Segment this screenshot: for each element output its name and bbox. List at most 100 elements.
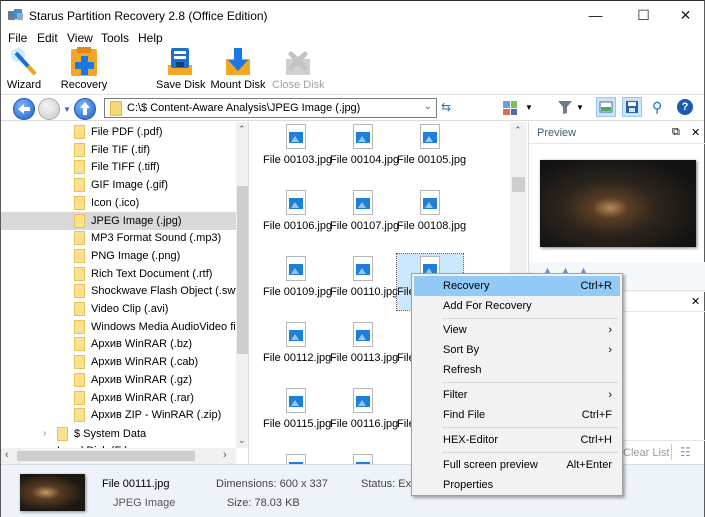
folder-icon — [74, 319, 85, 334]
scrollbar-thumb[interactable] — [512, 177, 525, 192]
scrollbar-thumb[interactable] — [17, 451, 195, 461]
file-item[interactable]: File 00115.jpg — [263, 386, 331, 442]
history-dropdown-icon[interactable]: ▼ — [63, 105, 71, 114]
tree-item[interactable]: Video Clip (.avi) — [1, 300, 236, 318]
tree-item[interactable]: Shockwave Flash Object (.swf) — [1, 282, 242, 300]
clear-list-button[interactable]: Clear List — [623, 447, 669, 459]
tree-item-label: Архив WinRAR (.gz) — [91, 373, 193, 386]
image-file-icon — [286, 124, 306, 149]
file-item[interactable]: File 00107.jpg — [330, 188, 399, 244]
menu-item-label: Recovery — [443, 280, 490, 292]
scroll-left-icon[interactable]: ‹ — [5, 449, 9, 461]
preview-toggle-button[interactable] — [596, 97, 616, 117]
tree-item[interactable]: File TIF (.tif) — [1, 141, 236, 159]
tree-item-label: Rich Text Document (.rtf) — [91, 267, 213, 280]
tree-item[interactable]: PNG Image (.png) — [1, 247, 236, 265]
file-name: File 00103.jpg — [263, 154, 333, 166]
scroll-up-icon[interactable]: ⌃ — [238, 124, 246, 135]
refresh-arrows-icon[interactable]: ⇆ — [441, 100, 451, 114]
menu-edit[interactable]: Edit — [37, 31, 58, 45]
menu-item-find-file[interactable]: Find File Ctrl+F — [414, 405, 620, 425]
folder-icon — [74, 231, 85, 246]
file-item[interactable]: File 00116.jpg — [330, 386, 398, 442]
recovery-list-close-icon[interactable]: ✕ — [691, 295, 700, 308]
close-button[interactable]: ✕ — [663, 1, 705, 29]
list-options-icon[interactable]: ☷ — [680, 445, 691, 459]
tree-item[interactable]: File TIFF (.tiff) — [1, 158, 236, 176]
mount-disk-button[interactable]: Mount Disk — [209, 47, 267, 93]
file-item[interactable]: File 00113.jpg — [330, 320, 398, 376]
menu-item-recovery[interactable]: Recovery Ctrl+R — [414, 276, 620, 296]
menu-item-view[interactable]: View › — [414, 320, 620, 340]
tree-item[interactable]: Icon (.ico) — [1, 194, 236, 212]
view-mode-icon[interactable] — [503, 101, 517, 115]
tree-item[interactable]: Rich Text Document (.rtf) — [1, 265, 236, 283]
menu-item-label: Refresh — [443, 364, 482, 376]
file-item[interactable] — [263, 452, 329, 464]
menu-item-label: Filter — [443, 389, 468, 401]
tree-item[interactable]: Архив WinRAR (.gz) — [1, 371, 236, 389]
tree-item[interactable]: Архив WinRAR (.cab) — [1, 353, 236, 371]
tree-item[interactable]: Архив WinRAR (.bz) — [1, 335, 236, 353]
scroll-right-icon[interactable]: › — [223, 449, 227, 461]
address-bar[interactable]: C:\$ Content-Aware Analysis\JPEG Image (… — [104, 98, 437, 118]
recovery-button[interactable]: Recovery — [59, 47, 109, 93]
tree-item[interactable]: File PDF (.pdf) — [1, 123, 236, 141]
file-item[interactable]: File 00103.jpg — [263, 122, 332, 178]
file-item[interactable]: File 00109.jpg — [263, 254, 332, 310]
file-item[interactable]: File 00105.jpg — [397, 122, 466, 178]
maximize-button[interactable]: ☐ — [621, 1, 666, 29]
view-mode-dropdown-icon[interactable]: ▼ — [525, 103, 533, 112]
menu-help[interactable]: Help — [138, 31, 163, 45]
menu-tools[interactable]: Tools — [101, 31, 129, 45]
filter-icon[interactable] — [557, 99, 573, 118]
menu-item-full-screen-preview[interactable]: Full screen preview Alt+Enter — [414, 455, 620, 475]
menu-item-add-for-recovery[interactable]: Add For Recovery — [414, 296, 620, 316]
tree-item[interactable]: Архив ZIP - WinRAR (.zip) — [1, 406, 236, 424]
file-name: File 00108.jpg — [397, 220, 467, 232]
minimize-button[interactable]: — — [573, 1, 618, 29]
file-name: File 00116.jpg — [330, 418, 399, 430]
menu-item-sort-by[interactable]: Sort By › — [414, 340, 620, 360]
file-item[interactable]: File 00110.jpg — [330, 254, 398, 310]
scroll-down-icon[interactable]: ⌄ — [238, 435, 246, 446]
tree-horizontal-scrollbar[interactable]: ‹ › — [1, 448, 236, 464]
file-item[interactable]: File 00104.jpg — [330, 122, 399, 178]
menu-item-hex-editor[interactable]: HEX-Editor Ctrl+H — [414, 430, 620, 450]
back-button[interactable] — [13, 98, 35, 120]
menu-item-refresh[interactable]: Refresh — [414, 360, 620, 380]
address-text: C:\$ Content-Aware Analysis\JPEG Image (… — [127, 102, 361, 114]
tree-item-label: JPEG Image (.jpg) — [91, 214, 182, 227]
expand-icon[interactable]: › — [43, 428, 46, 439]
tree-item[interactable]: GIF Image (.gif) — [1, 176, 236, 194]
tree-item[interactable]: MP3 Format Sound (.mp3) — [1, 229, 236, 247]
tree-item[interactable]: Архив WinRAR (.rar) — [1, 389, 236, 407]
scroll-up-icon[interactable]: ⌃ — [514, 125, 522, 136]
file-item[interactable]: File 00112.jpg — [263, 320, 331, 376]
filter-dropdown-icon[interactable]: ▼ — [576, 103, 584, 112]
file-item[interactable]: File 00106.jpg — [263, 188, 332, 244]
close-disk-button[interactable]: Close Disk — [272, 47, 325, 93]
preview-close-icon[interactable]: ✕ — [691, 126, 700, 139]
menu-file[interactable]: File — [8, 31, 27, 45]
tree-item[interactable]: JPEG Image (.jpg) — [1, 211, 236, 230]
tree-item-label: File TIF (.tif) — [91, 143, 151, 156]
save-disk-button[interactable]: Save Disk — [156, 47, 206, 93]
menu-item-filter[interactable]: Filter › — [414, 385, 620, 405]
undock-icon[interactable]: ⧉ — [672, 126, 680, 139]
menu-item-properties[interactable]: Properties — [414, 475, 620, 495]
search-icon[interactable]: ⚲ — [652, 99, 662, 116]
file-item[interactable] — [330, 452, 396, 464]
help-icon[interactable]: ? — [677, 99, 693, 115]
tree-item[interactable]: Windows Media AudioVideo fil — [1, 318, 238, 336]
tree-item-system-data[interactable]: › $ System Data — [1, 425, 236, 443]
forward-button[interactable] — [38, 98, 60, 120]
file-item[interactable]: File 00108.jpg — [397, 188, 466, 244]
scrollbar-thumb[interactable] — [237, 186, 248, 354]
save-toggle-button[interactable] — [622, 97, 642, 117]
wizard-button[interactable]: Wizard — [5, 47, 43, 93]
tree-vertical-scrollbar[interactable]: ⌃ ⌄ — [236, 122, 248, 448]
chevron-down-icon[interactable]: ⌄ — [424, 101, 432, 112]
up-button[interactable] — [74, 98, 96, 120]
menu-view[interactable]: View — [67, 31, 93, 45]
